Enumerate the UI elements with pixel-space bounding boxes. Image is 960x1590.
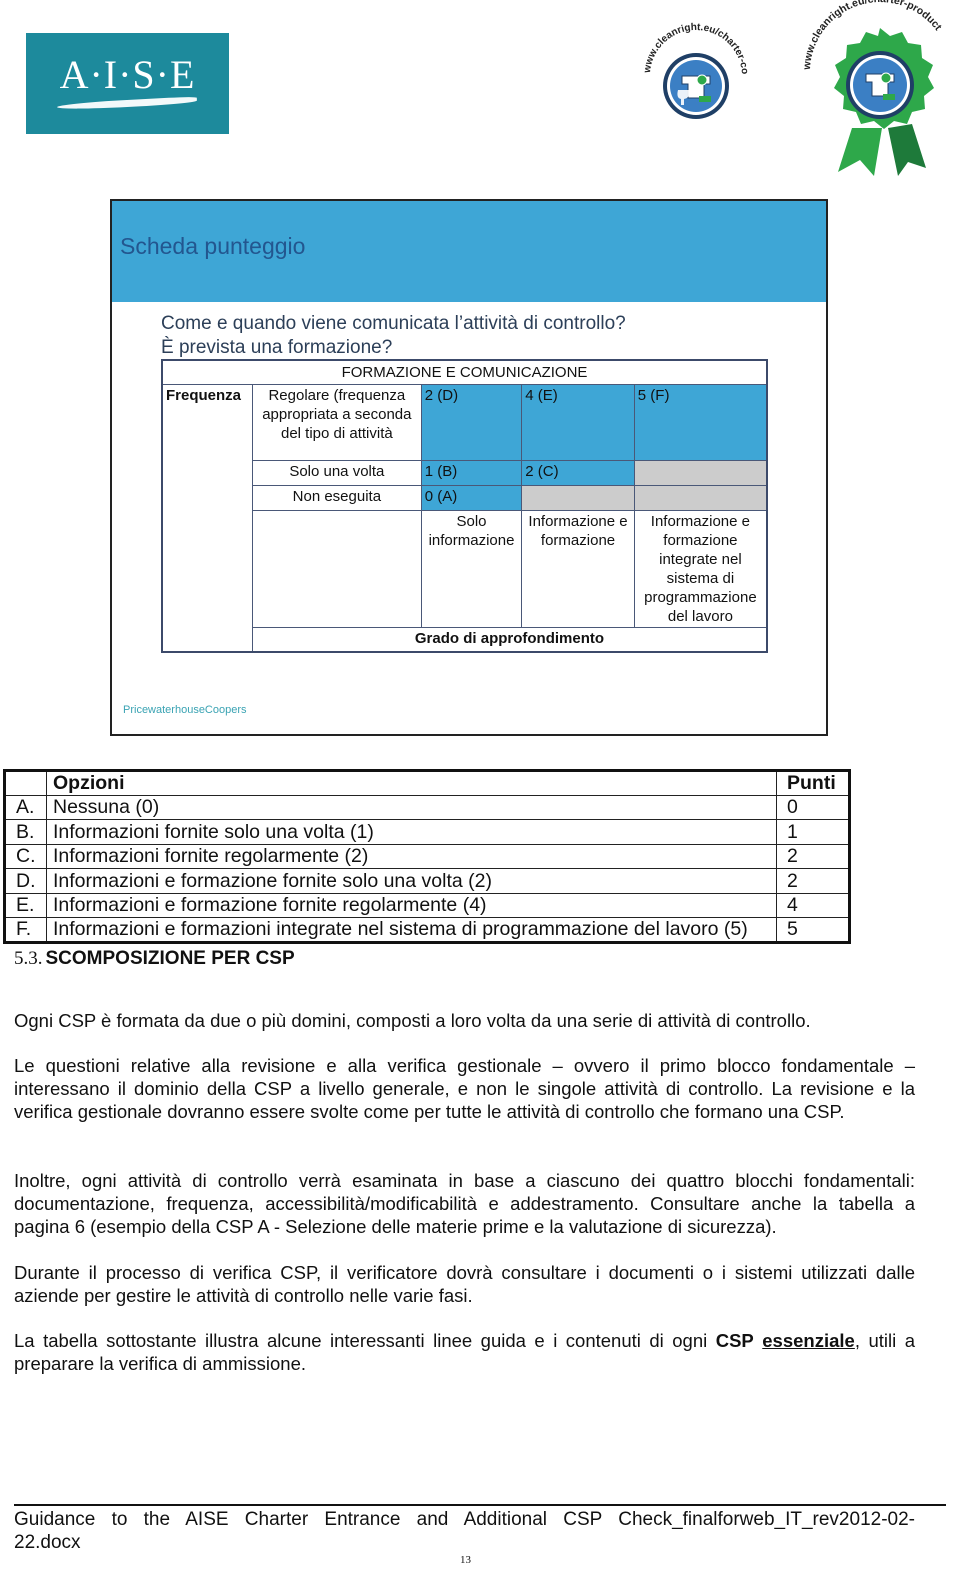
matrix-cell-empty <box>521 484 635 511</box>
aise-logo: A·I·S·E <box>26 33 229 134</box>
matrix-cell: 5 (F) <box>633 383 768 461</box>
matrix-cell: 0 (A) <box>420 484 523 511</box>
header-points: Punti <box>776 770 850 796</box>
row-axis-label: Frequenza <box>161 383 253 627</box>
option-letter: A. <box>4 794 47 820</box>
slide-footer: PricewaterhouseCoopers <box>123 704 247 716</box>
footer-filename: Guidance to the AISE Charter Entrance an… <box>14 1509 915 1553</box>
charter-product-badge-icon: www.cleanright.eu/charter-product <box>801 0 944 176</box>
option-text: Informazioni e formazioni integrate nel … <box>46 917 777 943</box>
score-card-slide: Scheda punteggio Come e quando viene com… <box>110 199 828 736</box>
option-points: 2 <box>776 843 850 869</box>
blank-cell <box>251 509 422 628</box>
matrix-cell: 4 (E) <box>521 383 635 461</box>
option-text: Informazioni e formazione fornite regola… <box>46 892 777 918</box>
question-line-2: È prevista una formazione? <box>161 337 393 358</box>
row-label-solo-una-volta: Solo una volta <box>251 459 422 486</box>
option-letter: F. <box>4 917 47 943</box>
option-points: 0 <box>776 794 850 820</box>
table-row: B. Informazioni fornite solo una volta (… <box>4 819 850 845</box>
page-number: 13 <box>460 1554 471 1566</box>
matrix-cell-empty <box>633 459 768 486</box>
option-points: 5 <box>776 917 850 943</box>
slide-header: Scheda punteggio <box>112 201 826 302</box>
matrix-cell: 1 (B) <box>420 459 523 486</box>
charter-company-badge-icon: www.cleanright.eu/charter-company <box>636 10 750 119</box>
csp-bold: CSP <box>715 1330 754 1351</box>
matrix-cell-empty <box>633 484 768 511</box>
header-blank <box>4 770 47 796</box>
row-label-non-eseguita: Non eseguita <box>251 484 422 511</box>
column-header-solo-informazione: Solo informazione <box>420 509 523 628</box>
paragraph-3: Inoltre, ogni attività di controllo verr… <box>14 1170 915 1237</box>
column-header-integrate: Informazione e formazione integrate nel … <box>633 509 768 628</box>
option-points: 1 <box>776 819 850 845</box>
options-table: Opzioni Punti A. Nessuna (0) 0 B. Inform… <box>3 769 851 944</box>
matrix-title: FORMAZIONE E COMUNICAZIONE <box>161 359 768 385</box>
aise-logo-text: A·I·S·E <box>59 52 196 97</box>
column-header-informazione-formazione: Informazione e formazione <box>521 509 635 628</box>
paragraph-5: La tabella sottostante illustra alcune i… <box>14 1329 915 1375</box>
option-letter: C. <box>4 843 47 869</box>
option-points: 2 <box>776 868 850 894</box>
table-row: F. Informazioni e formazioni integrate n… <box>4 917 850 943</box>
table-row: E. Informazioni e formazione fornite reg… <box>4 892 850 918</box>
section-number: 5.3. <box>14 948 43 969</box>
essenziale-emphasis: essenziale <box>762 1330 855 1351</box>
option-text: Informazioni fornite regolarmente (2) <box>46 843 777 869</box>
aise-logo-swoosh <box>56 96 198 111</box>
option-text: Nessuna (0) <box>46 794 777 820</box>
section-heading: 5.3. SCOMPOSIZIONE PER CSP <box>14 948 295 970</box>
slide-title: Scheda punteggio <box>120 233 306 259</box>
question-line-1: Come e quando viene comunicata l’attivit… <box>161 313 626 334</box>
table-row: C. Informazioni fornite regolarmente (2)… <box>4 843 850 869</box>
paragraph-2: Le questioni relative alla revisione e a… <box>14 1055 915 1122</box>
option-letter: E. <box>4 892 47 918</box>
matrix-cell: 2 (D) <box>420 383 523 461</box>
blank-cell <box>161 627 253 653</box>
option-text: Informazioni e formazione fornite solo u… <box>46 868 777 894</box>
table-header-row: Opzioni Punti <box>4 770 850 796</box>
column-axis-label: Grado di approfondimento <box>251 626 768 653</box>
matrix-cell: 2 (C) <box>521 459 635 486</box>
header-options: Opzioni <box>46 770 777 796</box>
scoring-matrix: FORMAZIONE E COMUNICAZIONE Frequenza Reg… <box>161 359 768 653</box>
paragraph-1: Ogni CSP è formata da due o più domini, … <box>14 1010 811 1031</box>
section-title: SCOMPOSIZIONE PER CSP <box>45 948 295 969</box>
slide-question: Come e quando viene comunicata l’attivit… <box>161 312 626 360</box>
option-text: Informazioni fornite solo una volta (1) <box>46 819 777 845</box>
footer-divider <box>14 1504 946 1506</box>
row-label-regolare: Regolare (frequenza appropriata a second… <box>251 383 422 461</box>
paragraph-5-text: La tabella sottostante illustra alcune i… <box>14 1330 716 1351</box>
option-letter: D. <box>4 868 47 894</box>
table-row: D. Informazioni e formazione fornite sol… <box>4 868 850 894</box>
paragraph-4: Durante il processo di verifica CSP, il … <box>14 1262 915 1306</box>
option-letter: B. <box>4 819 47 845</box>
table-row: A. Nessuna (0) 0 <box>4 794 850 820</box>
option-points: 4 <box>776 892 850 918</box>
